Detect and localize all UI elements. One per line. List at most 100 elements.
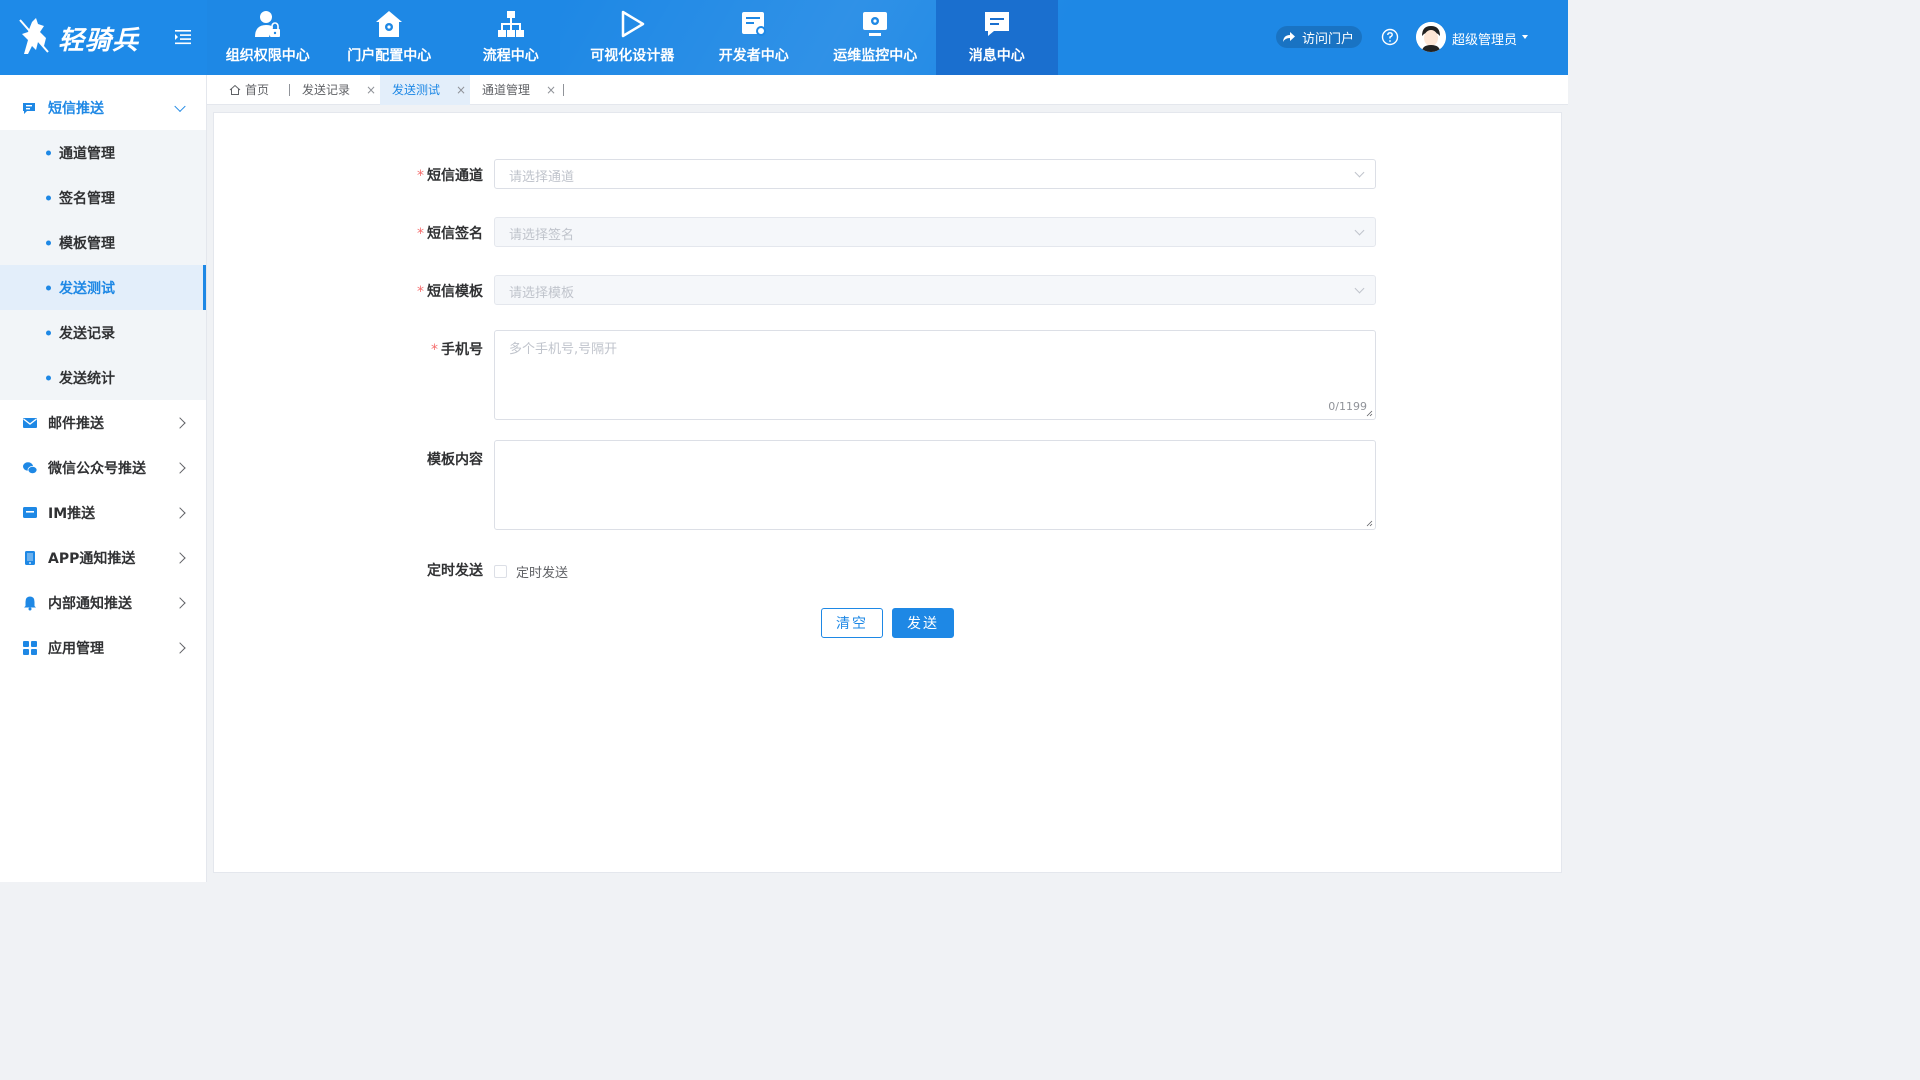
tab-label: 通道管理 [482, 83, 531, 97]
nav-item-flow[interactable]: 流程中心 [450, 0, 572, 75]
visit-portal-label: 访问门户 [1302, 31, 1355, 47]
sms-icon [23, 102, 35, 114]
phone-icon [25, 550, 35, 565]
schedule-label: 定时发送 [427, 563, 483, 579]
sidebar-item-label: 发送测试 [59, 280, 115, 297]
sidebar-item-signature[interactable]: 签名管理 [0, 175, 206, 220]
bullet-dot [46, 150, 51, 155]
nav-item-portal[interactable]: 门户配置中心 [329, 0, 451, 75]
menu-fold-icon[interactable] [173, 27, 193, 47]
sidebar-group-im[interactable]: IM推送 [0, 490, 206, 535]
chevron-down-icon [1354, 283, 1365, 294]
nav-item-message[interactable]: 消息中心 [936, 0, 1058, 75]
chevron-down-icon [1354, 167, 1365, 178]
nav-item-ops[interactable]: 运维监控中心 [815, 0, 937, 75]
nav-label: 运维监控中心 [833, 48, 918, 64]
nav-label: 组织权限中心 [225, 48, 310, 64]
help-icon[interactable] [1381, 28, 1399, 46]
sidebar-group-label: IM推送 [48, 505, 96, 522]
close-icon[interactable]: × [456, 83, 466, 97]
home-icon [229, 84, 241, 95]
sidebar-item-label: 模板管理 [59, 235, 115, 252]
bullet-dot [46, 195, 51, 200]
im-icon [23, 506, 37, 518]
sidebar-group-wechat[interactable]: 微信公众号推送 [0, 445, 206, 490]
apps-grid-icon [23, 640, 37, 655]
visit-portal-button[interactable]: 访问门户 [1276, 26, 1363, 48]
template-select[interactable]: 请选择模板 [494, 275, 1376, 305]
required-mark: * [417, 226, 424, 242]
tab-send-test[interactable]: 发送测试 × [380, 74, 471, 105]
sidebar-item-label: 签名管理 [59, 190, 115, 207]
sidebar-group-app-manage[interactable]: 应用管理 [0, 625, 206, 670]
avatar[interactable] [1416, 22, 1446, 52]
sidebar-group-internal-notify[interactable]: 内部通知推送 [0, 580, 206, 625]
user-name[interactable]: 超级管理员 [1452, 29, 1517, 48]
schedule-checkbox-row[interactable]: 定时发送 [494, 562, 568, 581]
phone-textarea[interactable]: 多个手机号,号隔开 0/1199 [494, 330, 1376, 420]
sidebar-item-send-record[interactable]: 发送记录 [0, 310, 206, 355]
phone-char-counter: 0/1199 [1328, 400, 1367, 413]
chevron-down-icon [1354, 225, 1365, 236]
signature-label-text: 短信签名 [427, 226, 483, 242]
signature-placeholder: 请选择签名 [509, 228, 575, 243]
nav-label: 流程中心 [482, 48, 539, 64]
logo-text: 轻骑兵 [58, 26, 140, 56]
sms-submenu: 通道管理 签名管理 模板管理 发送测试 发送记录 发送统计 [0, 130, 206, 400]
tab-send-record[interactable]: 发送记录 × [290, 75, 380, 105]
bullet-dot [46, 240, 51, 245]
sidebar-group-label: 短信推送 [48, 100, 104, 117]
tab-label: 发送记录 [302, 83, 351, 97]
content-label: 模板内容 [427, 452, 483, 468]
home-gear-icon [376, 11, 403, 37]
tab-bar: 首页 发送记录 × 发送测试 × 通道管理 × [207, 74, 1568, 105]
sidebar-group-app-notify[interactable]: APP通知推送 [0, 535, 206, 580]
send-test-panel: * 短信通道 请选择通道 * 短信签名 请选择签名 * 短信模板 请选择模板 * 手机号… [213, 112, 1562, 873]
channel-select[interactable]: 请选择通道 [494, 159, 1376, 189]
schedule-checkbox[interactable] [494, 565, 507, 578]
tab-home[interactable]: 首页 [207, 75, 289, 105]
chevron-right-icon [174, 461, 186, 474]
doc-gear-icon [741, 12, 766, 36]
clear-button[interactable]: 清空 [821, 608, 883, 638]
user-avatar-icon [1416, 22, 1446, 52]
chevron-right-icon [174, 641, 186, 654]
nav-item-org[interactable]: 组织权限中心 [207, 0, 329, 75]
top-bar: 轻骑兵 组织权限中心 门户配置中心 流程中心 可视化设计器 开发者中心 运维监控… [0, 0, 1568, 75]
schedule-checkbox-label[interactable]: 定时发送 [516, 562, 568, 581]
message-icon [984, 12, 1009, 36]
sidebar-item-label: 通道管理 [59, 145, 115, 162]
chevron-right-icon [174, 416, 186, 429]
sidebar-item-template[interactable]: 模板管理 [0, 220, 206, 265]
brand-area: 轻骑兵 [0, 0, 207, 75]
close-icon[interactable]: × [366, 83, 376, 97]
sidebar-item-send-test[interactable]: 发送测试 [0, 265, 206, 310]
template-label-text: 短信模板 [427, 284, 483, 300]
sidebar-item-send-stats[interactable]: 发送统计 [0, 355, 206, 400]
bell-icon [24, 596, 36, 610]
sidebar-item-channel[interactable]: 通道管理 [0, 130, 206, 175]
sidebar: 短信推送 通道管理 签名管理 模板管理 发送测试 发送记录 发送统计 邮件推送 … [0, 75, 207, 882]
bullet-dot [46, 285, 51, 290]
nav-label: 开发者中心 [718, 48, 789, 64]
required-mark: * [417, 284, 424, 300]
resize-handle-icon[interactable] [1366, 520, 1373, 527]
share-arrow-icon [1283, 32, 1295, 42]
sidebar-item-label: 发送统计 [59, 370, 115, 387]
nav-label: 可视化设计器 [590, 48, 675, 64]
signature-select[interactable]: 请选择签名 [494, 217, 1376, 247]
close-icon[interactable]: × [546, 83, 556, 97]
nav-item-developer[interactable]: 开发者中心 [693, 0, 815, 75]
sidebar-item-label: 发送记录 [59, 325, 115, 342]
tab-channel-manage[interactable]: 通道管理 × [470, 75, 560, 105]
template-content-textarea[interactable] [494, 440, 1376, 530]
sidebar-group-label: APP通知推送 [48, 550, 136, 567]
sidebar-group-mail[interactable]: 邮件推送 [0, 400, 206, 445]
template-label: * 短信模板 [417, 281, 483, 301]
nav-item-designer[interactable]: 可视化设计器 [572, 0, 694, 75]
caret-down-icon[interactable] [1522, 35, 1528, 39]
sidebar-group-sms[interactable]: 短信推送 [0, 85, 206, 130]
resize-handle-icon[interactable] [1366, 410, 1373, 417]
send-button[interactable]: 发送 [892, 608, 954, 638]
tab-label: 发送测试 [392, 83, 441, 97]
